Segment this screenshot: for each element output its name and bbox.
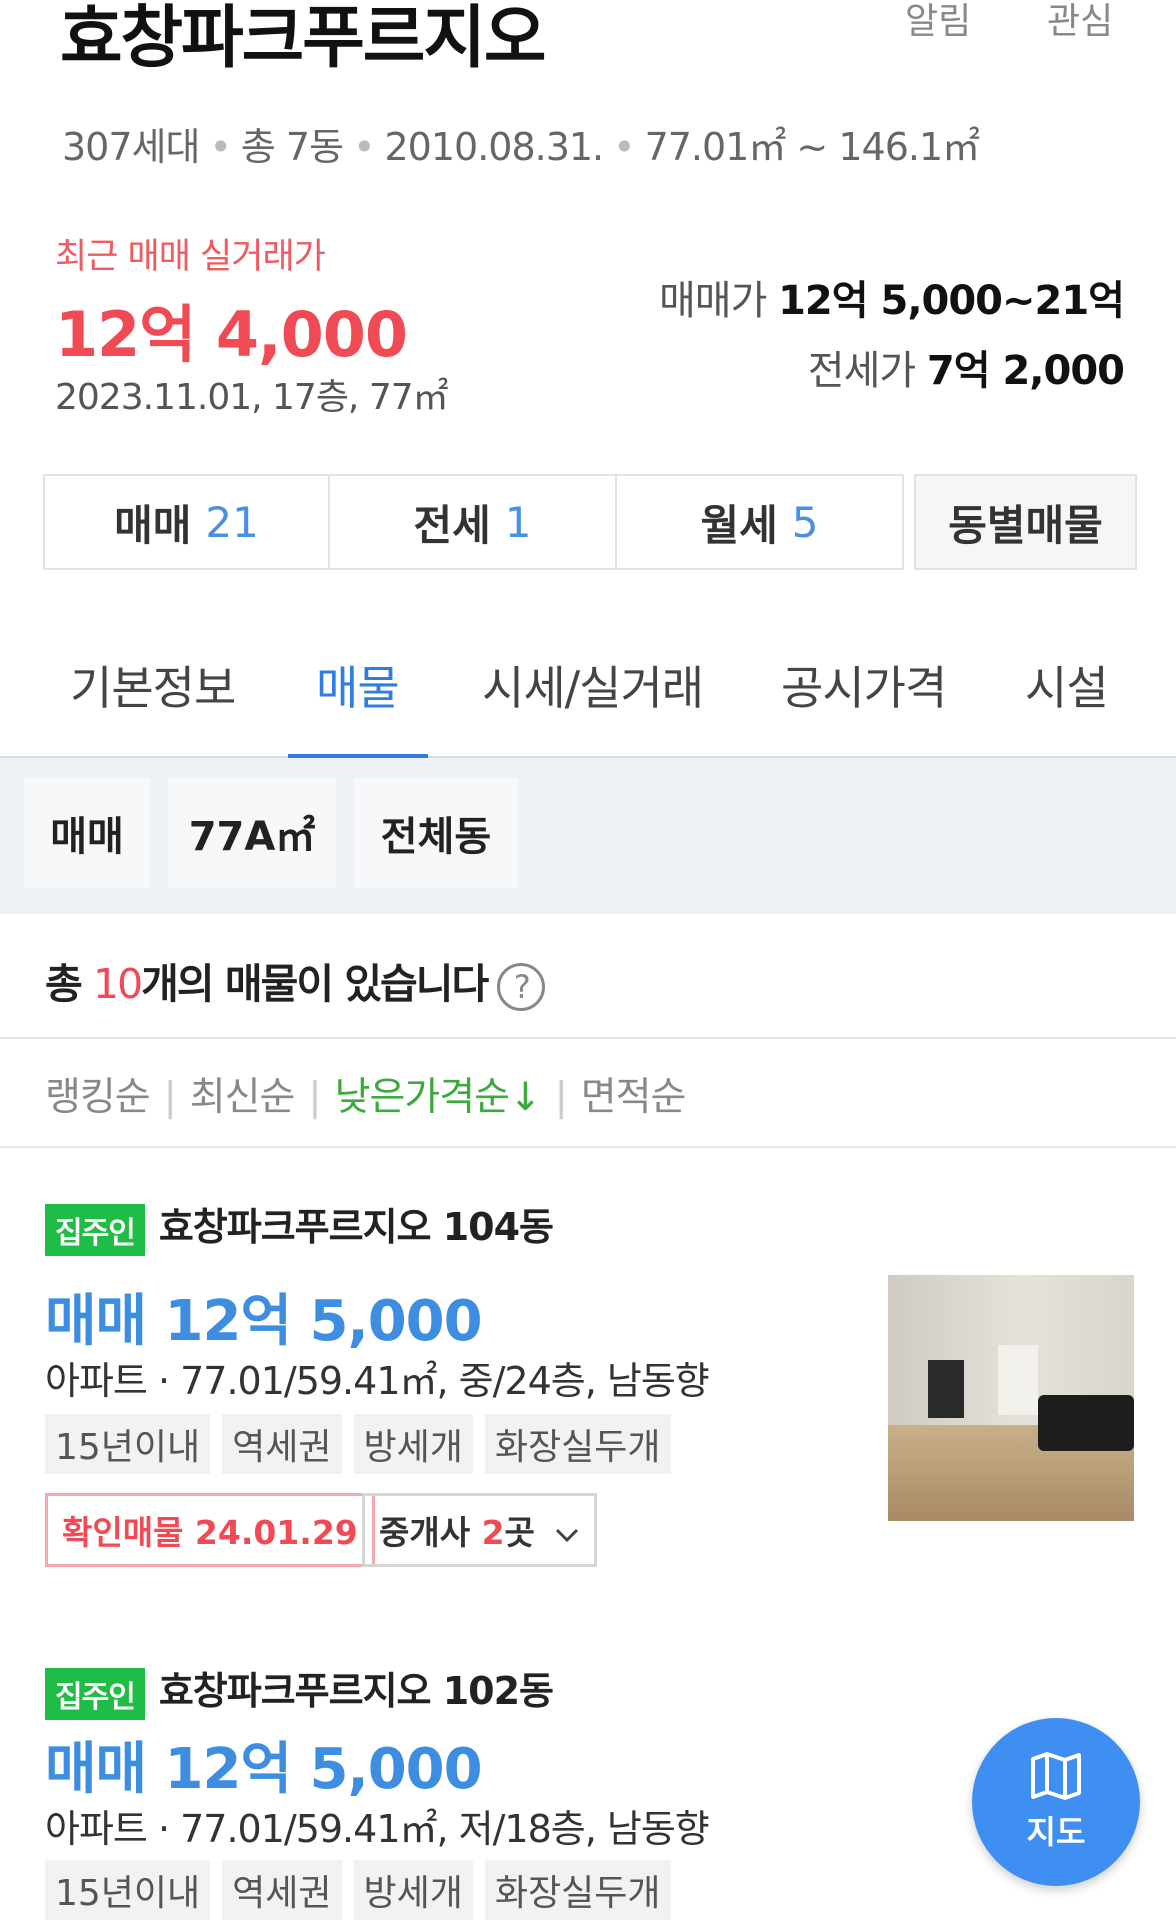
map-button-label: 지도	[1026, 1813, 1086, 1851]
count-prefix: 총	[45, 960, 93, 1008]
favorite-button[interactable]: 관심	[1047, 0, 1113, 44]
sort-latest[interactable]: 최신순	[190, 1075, 296, 1120]
tab-facilities[interactable]: 시설	[1025, 652, 1109, 718]
sort-low-price[interactable]: 낮은가격순↓	[335, 1075, 542, 1120]
filter-building[interactable]: 전체동	[354, 778, 518, 888]
tab-listings[interactable]: 매물	[316, 652, 400, 718]
verified-listing-badge: 확인매물 24.01.29	[45, 1493, 375, 1567]
sort-area[interactable]: 면적순	[581, 1075, 687, 1120]
trade-type-count: 1	[504, 497, 532, 547]
trade-type-label: 전세	[413, 500, 491, 550]
listing-title-text: 효창파크푸르지오 104동	[158, 1205, 554, 1249]
recent-trade-detail: 2023.11.01, 17층, 77㎡	[55, 377, 449, 418]
trade-type-jeonse[interactable]: 전세 1	[328, 474, 617, 570]
building-count: 총 7동	[240, 125, 344, 169]
trade-type-label: 매매	[114, 500, 192, 550]
filter-area[interactable]: 77A㎡	[168, 778, 336, 888]
chevron-down-icon	[556, 1528, 579, 1542]
listings-by-building-button[interactable]: 동별매물	[914, 474, 1137, 570]
listing-tag: 역세권	[222, 1414, 342, 1474]
agent-count: 2	[481, 1513, 505, 1552]
divider	[0, 1146, 1176, 1148]
listing-tag: 15년이내	[45, 1414, 211, 1474]
map-button[interactable]: 지도	[972, 1718, 1140, 1886]
trade-type-count: 21	[205, 497, 259, 547]
complex-meta: 307세대 • 총 7동 • 2010.08.31. • 77.01㎡ ~ 146.1㎡	[62, 125, 981, 169]
completion-date: 2010.08.31.	[384, 125, 604, 169]
area-range: 77.01㎡ ~ 146.1㎡	[644, 125, 981, 169]
divider	[0, 1037, 1176, 1039]
listing-tags: 15년이내 역세권 방세개 화장실두개	[45, 1414, 671, 1474]
owner-badge: 집주인	[45, 1203, 145, 1256]
agent-label: 중개사	[379, 1513, 482, 1552]
listing-count: 총 10개의 매물이 있습니다?	[45, 950, 546, 1011]
tab-price-trades[interactable]: 시세/실거래	[482, 652, 704, 718]
listing-photo[interactable]	[888, 1275, 1134, 1521]
listing-description: 아파트 · 77.01/59.41㎡, 중/24층, 남동향	[45, 1359, 710, 1403]
trade-type-selector: 매매 21 전세 1 월세 5 동별매물	[43, 474, 1137, 574]
jeonse-price-value: 7억 2,000	[926, 348, 1125, 394]
trade-type-monthly[interactable]: 월세 5	[615, 474, 904, 570]
tab-official-price[interactable]: 공시가격	[781, 652, 947, 718]
alert-button[interactable]: 알림	[905, 0, 971, 44]
help-icon[interactable]: ?	[497, 963, 546, 1011]
agent-suffix: 곳	[504, 1513, 535, 1552]
listing-description: 아파트 · 77.01/59.41㎡, 저/18층, 남동향	[45, 1807, 710, 1851]
recent-trade-label: 최근 매매 실거래가	[55, 237, 326, 277]
trade-type-sale[interactable]: 매매 21	[43, 474, 330, 570]
sort-options: 랭킹순 | 최신순 | 낮은가격순↓ | 면적순	[45, 1075, 687, 1120]
filter-trade-type[interactable]: 매매	[24, 778, 150, 888]
owner-badge: 집주인	[45, 1667, 145, 1720]
trade-type-count: 5	[791, 497, 819, 547]
count-suffix: 개의 매물이 있습니다	[141, 960, 489, 1008]
sale-price-value: 12억 5,000~21억	[778, 278, 1125, 324]
listing-title[interactable]: 집주인 효창파크푸르지오 102동	[45, 1660, 554, 1720]
recent-trade-price[interactable]: 12억 4,000	[55, 284, 408, 374]
households: 307세대	[62, 125, 200, 169]
listing-price[interactable]: 매매 12억 5,000	[45, 1276, 483, 1357]
listing-tag: 화장실두개	[484, 1414, 671, 1474]
jeonse-price-range: 전세가 7억 2,000	[807, 338, 1125, 396]
listing-title-text: 효창파크푸르지오 102동	[158, 1669, 554, 1713]
trade-type-label: 월세	[700, 500, 778, 550]
map-icon	[1031, 1752, 1081, 1800]
listing-tag: 15년이내	[45, 1860, 211, 1920]
tab-basic-info[interactable]: 기본정보	[70, 652, 236, 718]
listing-price[interactable]: 매매 12억 5,000	[45, 1724, 483, 1805]
listing-tag: 화장실두개	[484, 1860, 671, 1920]
listing-tag: 방세개	[353, 1860, 473, 1920]
section-tabs: 기본정보 매물 시세/실거래 공시가격 시설	[0, 640, 1176, 759]
listing-tag: 역세권	[222, 1860, 342, 1920]
jeonse-price-label: 전세가	[807, 348, 916, 394]
trade-type-label: 동별매물	[948, 500, 1103, 550]
sort-ranking[interactable]: 랭킹순	[45, 1075, 151, 1120]
sale-price-label: 매매가	[658, 278, 767, 324]
filter-bar: 매매 77A㎡ 전체동	[0, 758, 1176, 914]
sale-price-range: 매매가 12억 5,000~21억	[658, 268, 1125, 326]
listing-tags: 15년이내 역세권 방세개 화장실두개	[45, 1860, 671, 1920]
page-title: 효창파크푸르지오	[60, 0, 546, 78]
count-number: 10	[93, 960, 143, 1008]
listing-title[interactable]: 집주인 효창파크푸르지오 104동	[45, 1196, 554, 1256]
agent-count-dropdown[interactable]: 중개사 2곳	[362, 1493, 598, 1567]
listing-tag: 방세개	[353, 1414, 473, 1474]
